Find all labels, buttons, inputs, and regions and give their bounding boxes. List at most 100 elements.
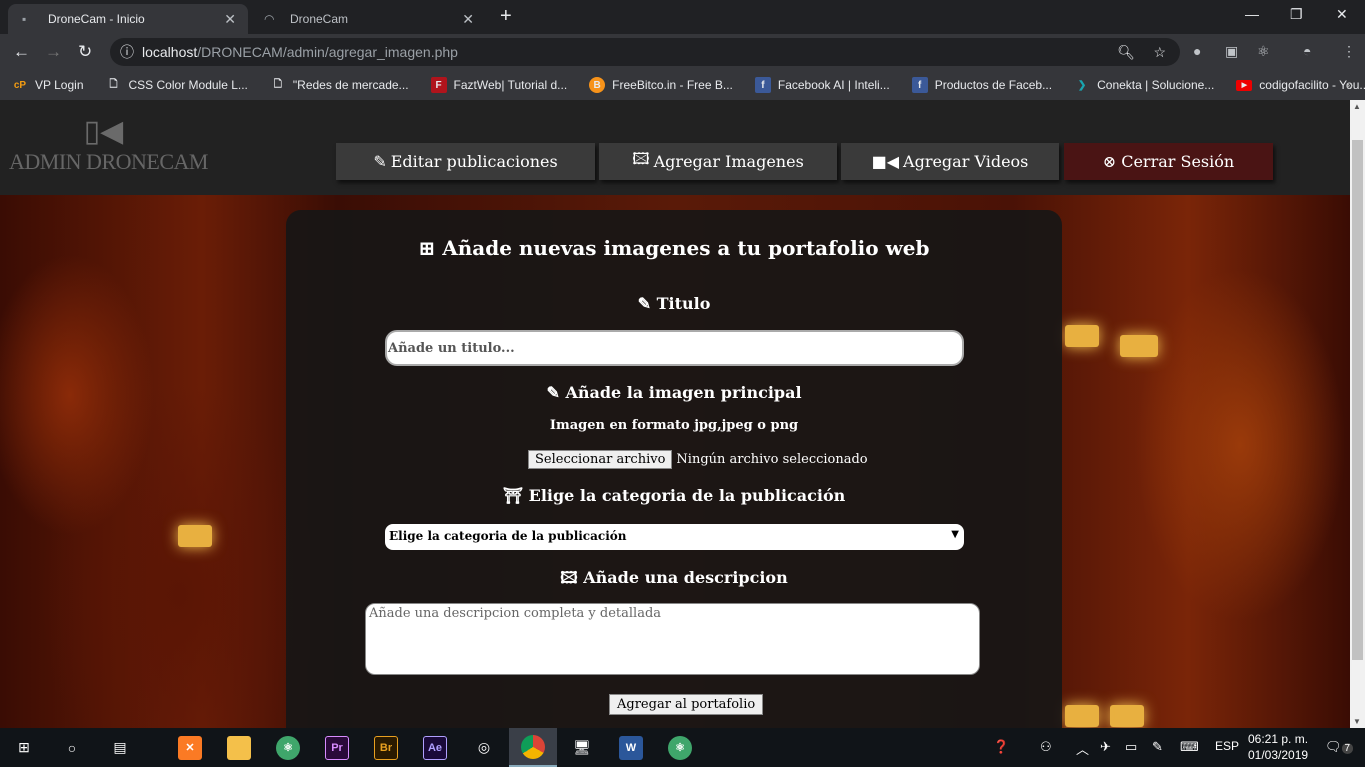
file-input[interactable]: Seleccionar archivo Ningún archivo selecc… [528,450,868,469]
atom-icon[interactable]: ⚛ [264,728,312,767]
bookmark-faztweb[interactable]: F FaztWeb| Tutorial d... [430,77,568,93]
bookmark-facebook-ai[interactable]: f Facebook AI | Inteli... [754,77,890,93]
remote-desktop-icon[interactable]: 🖥 [558,728,606,767]
nav-agregar-videos[interactable]: ■◀ Agregar Videos [841,143,1059,180]
search-icon[interactable]: ○ [48,728,96,767]
restore-button[interactable]: ❐ [1290,6,1303,23]
faztweb-icon: F [430,77,447,93]
star-icon[interactable]: ☆ [1153,44,1166,61]
bookmark-label: Conekta | Solucione... [1097,78,1215,92]
candle-light [1120,335,1158,357]
reload-icon[interactable]: ↻ [78,42,92,62]
media-icon[interactable]: ◎ [460,728,508,767]
task-view-icon[interactable]: ▤ [96,728,144,767]
time: 06:21 p. m. [1248,732,1309,746]
clock[interactable]: 06:21 p. m. 01/03/2019 [1248,731,1308,763]
file-status: Ningún archivo seleccionado [676,452,868,467]
bookmark-label: FaztWeb| Tutorial d... [453,78,568,92]
language-indicator[interactable]: ESP [1215,739,1239,753]
titulo-input[interactable]: Añade un titulo... [385,330,964,366]
facebook-icon: f [754,77,771,93]
nav-label: Editar publicaciones [390,152,558,171]
nav-label: Agregar Videos [903,152,1029,171]
close-window-button[interactable]: ✕ [1336,6,1348,23]
label-text: Elige la categoria de la publicación [528,486,846,505]
admin-logo[interactable]: ▯◀ ADMIN DRONECAM [9,114,208,175]
label-text: Añade la imagen principal [565,383,802,402]
url-host: localhost [142,44,198,60]
bookmark-freebitco[interactable]: B FreeBitco.in - Free B... [589,77,733,93]
plus-square-icon: ⊞ [418,236,443,260]
more-bookmarks-icon[interactable]: » [1346,78,1353,92]
scrollbar-thumb[interactable] [1352,140,1363,660]
tab-strip: ▪ DroneCam - Inicio ✕ ◠ DroneCam ✕ + — ❐ ✕ [0,0,1365,34]
close-tab-icon[interactable]: ✕ [462,11,474,28]
bookmark-vp-login[interactable]: cP VP Login [12,77,84,93]
browser-toolbar: ← → ↻ ⓘ localhost/DRONECAM/admin/agregar_… [0,34,1365,70]
edit-icon: ✎ [546,383,566,402]
incognito-icon[interactable]: ◓ [1303,43,1311,59]
bookmark-redes[interactable]: 🗋 "Redes de mercade... [270,77,409,93]
airplane-icon[interactable]: ✈ [1100,739,1111,755]
image-icon: 🖾 [560,568,584,587]
word-icon[interactable]: W [607,728,655,767]
admin-header: ▯◀ ADMIN DRONECAM ✎ Editar publicaciones 🖾… [0,100,1350,195]
show-hidden-icon[interactable]: ︿ [1076,739,1089,758]
help-icon[interactable]: ❓ [993,739,1009,755]
forward-icon[interactable]: → [45,42,62,62]
pen-icon[interactable]: ✎ [1152,739,1163,755]
battery-icon[interactable]: ▭ [1125,739,1137,755]
scroll-down-icon[interactable]: ▼ [1353,717,1361,726]
bitcoin-icon: B [589,77,606,93]
address-bar[interactable]: ⓘ localhost/DRONECAM/admin/agregar_imagen… [110,38,1180,66]
nav-label: Agregar Imagenes [653,152,804,171]
keyboard-icon[interactable]: ⌨ [1180,739,1199,755]
bridge-icon[interactable]: Br [362,728,410,767]
bookmark-label: CSS Color Module L... [128,78,248,92]
edit-icon: ✎ [373,152,387,171]
nav-cerrar-sesion[interactable]: ⊗ Cerrar Sesión [1064,143,1273,180]
chrome-icon[interactable] [509,728,557,767]
new-tab-button[interactable]: + [500,5,512,28]
bookmark-css-color[interactable]: 🗋 CSS Color Module L... [106,77,248,93]
windows-taskbar: ⊞ ○ ▤ ✕ ⚛ Pr Br Ae ◎ 🖥 W ⚛ ❓ ⚇ ︿ ✈ ▭ ✎ ⌨… [0,728,1365,767]
scroll-up-icon[interactable]: ▲ [1353,102,1361,111]
loading-icon: ◠ [264,12,275,26]
page-scrollbar[interactable]: ▲ ▼ [1350,100,1365,728]
select-file-button[interactable]: Seleccionar archivo [528,450,673,469]
nav-agregar-imagenes[interactable]: 🖾 Agregar Imagenes [599,143,837,180]
video-icon: ■◀ [871,152,900,171]
react-extension-icon[interactable]: ⚛ [1257,43,1270,60]
descripcion-textarea[interactable]: Añade una descripcion completa y detalla… [365,603,980,675]
bookmark-label: Facebook AI | Inteli... [777,78,890,92]
bookmark-label: "Redes de mercade... [292,78,409,92]
imagen-label: ✎ Añade la imagen principal [286,383,1062,402]
xampp-icon[interactable]: ✕ [166,728,214,767]
atom-icon-2[interactable]: ⚛ [656,728,704,767]
zoom-icon[interactable]: 🔍︎ [1117,44,1135,61]
form-title-text: Añade nuevas imagenes a tu portafolio we… [442,236,930,260]
bookmark-productos-facebook[interactable]: f Productos de Faceb... [911,77,1052,93]
notifications-icon[interactable]: 🗨 7 [1325,739,1354,755]
minimize-button[interactable]: — [1245,6,1259,22]
bookmarks-bar: cP VP Login 🗋 CSS Color Module L... 🗋 "Rede… [0,70,1365,100]
tab-dronecam-inicio[interactable]: ▪ DroneCam - Inicio ✕ [8,4,248,34]
premiere-icon[interactable]: Pr [313,728,361,767]
select-value: Elige la categoria de la publicación [389,529,627,543]
teams-extension-icon[interactable]: ▣ [1225,43,1238,60]
people-icon[interactable]: ⚇ [1040,739,1052,755]
messenger-extension-icon[interactable]: ● [1193,43,1201,59]
categoria-select[interactable]: Elige la categoria de la publicación ▼ [385,524,964,550]
images-icon: 🖾 [632,149,650,168]
tab-dronecam[interactable]: ◠ DroneCam ✕ [250,4,486,34]
titulo-label: ✎ Titulo [286,294,1062,313]
file-explorer-icon[interactable] [215,728,263,767]
windows-start-icon[interactable]: ⊞ [0,728,48,767]
close-tab-icon[interactable]: ✕ [224,11,236,28]
bookmark-conekta[interactable]: ❯ Conekta | Solucione... [1074,77,1214,93]
menu-icon[interactable]: ⋮ [1342,43,1356,60]
nav-editar-publicaciones[interactable]: ✎ Editar publicaciones [336,143,595,180]
back-icon[interactable]: ← [13,42,30,62]
submit-button[interactable]: Agregar al portafolio [609,694,764,715]
after-effects-icon[interactable]: Ae [411,728,459,767]
